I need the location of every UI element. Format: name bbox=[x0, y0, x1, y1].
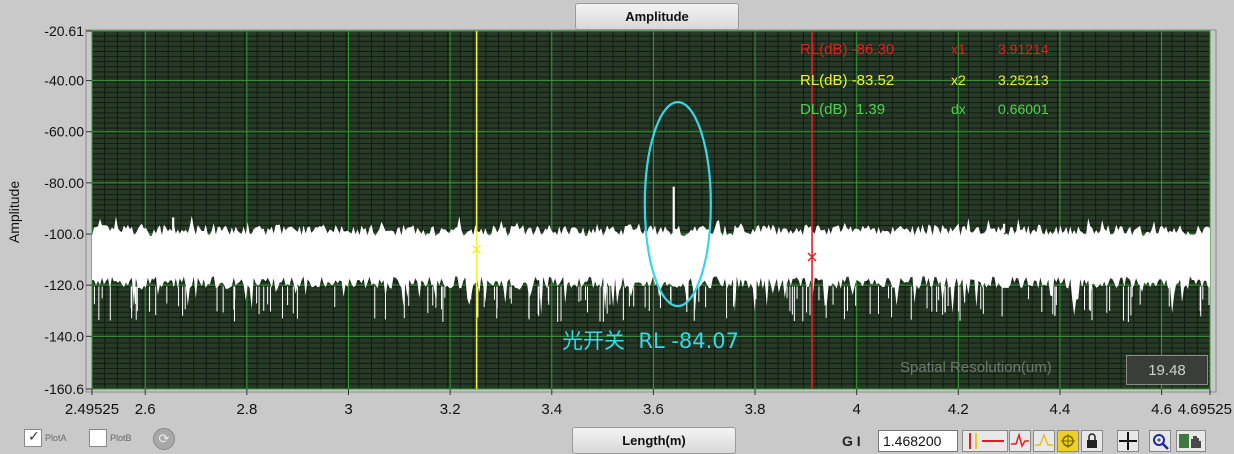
y-tick-label: -160.6 bbox=[44, 381, 84, 397]
y-tick-label: -120.0 bbox=[44, 277, 84, 293]
gi-label: G I bbox=[842, 433, 861, 449]
crosshair-icon[interactable] bbox=[1117, 430, 1139, 452]
legend-plot-a[interactable]: ✓ PlotA bbox=[24, 429, 67, 447]
x-tick-label: 4.2 bbox=[948, 401, 969, 418]
delta-value: 1.39 bbox=[855, 101, 886, 118]
x-tick-label: 4.4 bbox=[1050, 401, 1071, 418]
lock-icon[interactable] bbox=[1081, 430, 1103, 452]
cursor2-xvalue: 3.25213 bbox=[998, 72, 1049, 88]
y-tick-label: -20.61 bbox=[44, 23, 84, 39]
spatial-resolution-label: Spatial Resolution(um) bbox=[900, 359, 1052, 376]
x-tick-label: 3.2 bbox=[440, 401, 461, 418]
delta-name: DL(dB) bbox=[800, 101, 848, 118]
delta-xname: dx bbox=[951, 101, 966, 117]
highlight-icon[interactable] bbox=[1057, 430, 1079, 452]
y-axis-label: Amplitude bbox=[6, 180, 22, 244]
annotation-label: 光开关 RL -84.07 bbox=[562, 329, 740, 353]
cursor1-name: RL(dB) bbox=[800, 41, 848, 58]
check-icon: ✓ bbox=[28, 429, 40, 445]
delta-dl-label: DL(dB) 1.39 bbox=[800, 101, 885, 118]
y-tick-label: -40.00 bbox=[44, 73, 84, 89]
plot-a-checkbox[interactable]: ✓ bbox=[24, 429, 42, 447]
cursor1-value: -86.30 bbox=[851, 41, 895, 58]
zoom-icon[interactable] bbox=[1149, 430, 1171, 452]
cursor-lines-icon[interactable] bbox=[962, 430, 1008, 452]
x-tick-label: 4.6 bbox=[1151, 401, 1172, 418]
cursor1-xname: x1 bbox=[951, 41, 966, 57]
y-tick-label: -100.0 bbox=[44, 226, 84, 242]
spatial-resolution-value: 19.48 bbox=[1126, 355, 1208, 385]
plot-b-label: PlotB bbox=[110, 433, 132, 443]
delta-xvalue: 0.66001 bbox=[998, 101, 1049, 117]
amplitude-chart[interactable]: -20.61 -40.00 -60.00 -80.00 -100.0 -120.0 -140… bbox=[0, 0, 1234, 452]
x-tick-label: 2.49525 bbox=[65, 401, 119, 418]
x-tick-label: 2.6 bbox=[135, 401, 156, 418]
y-tick-label: -80.00 bbox=[44, 175, 84, 191]
plot-title-tab[interactable]: Amplitude bbox=[575, 3, 739, 30]
x-tick-label: 4 bbox=[853, 401, 861, 418]
x-tick-label: 2.8 bbox=[236, 401, 257, 418]
plot-a-label: PlotA bbox=[45, 433, 67, 443]
pan-hand-icon[interactable] bbox=[1176, 430, 1206, 452]
x-tick-label: 3.8 bbox=[745, 401, 766, 418]
cursor2-name: RL(dB) bbox=[800, 72, 848, 89]
legend-plot-b[interactable]: PlotB bbox=[89, 429, 132, 447]
x-tick-label: 3 bbox=[344, 401, 352, 418]
x-tick-label: 3.6 bbox=[643, 401, 664, 418]
x-axis-label-tab[interactable]: Length(m) bbox=[572, 427, 736, 454]
cursor2-xname: x2 bbox=[951, 72, 966, 88]
x-tick-label: 4.69525 bbox=[1178, 401, 1232, 418]
yellow-trace-icon[interactable] bbox=[1033, 430, 1055, 452]
x-tick-label: 3.4 bbox=[541, 401, 562, 418]
cursor1-rl-label: RL(dB) -86.30 bbox=[800, 41, 894, 58]
refresh-icon[interactable]: ⟳ bbox=[153, 428, 175, 450]
cursor2-rl-label: RL(dB) -83.52 bbox=[800, 72, 894, 89]
gi-input[interactable] bbox=[878, 430, 958, 452]
red-trace-icon[interactable] bbox=[1009, 430, 1031, 452]
cursor1-xvalue: 3.91214 bbox=[998, 41, 1049, 57]
cursor2-value: -83.52 bbox=[851, 72, 895, 89]
y-tick-label: -60.00 bbox=[44, 124, 84, 140]
plot-b-checkbox[interactable] bbox=[89, 429, 107, 447]
y-tick-label: -140.0 bbox=[44, 328, 84, 344]
